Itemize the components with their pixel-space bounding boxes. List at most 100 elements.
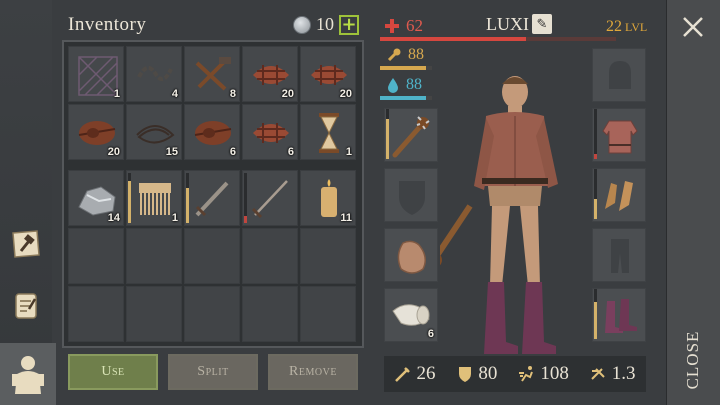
- legs-slot[interactable]: [592, 228, 646, 282]
- close-label[interactable]: CLOSE: [683, 331, 703, 390]
- inventory-slot-tools[interactable]: 8: [184, 46, 240, 102]
- tab-character[interactable]: [0, 343, 56, 405]
- tab-recipes[interactable]: [4, 284, 48, 328]
- durability-bar: [244, 173, 247, 223]
- attack-value: 26: [416, 363, 436, 384]
- inventory-slot-empty[interactable]: [126, 286, 182, 342]
- hunger-bar: [380, 66, 432, 70]
- inventory-slot-empty[interactable]: [184, 228, 240, 284]
- inventory-slot-empty[interactable]: [242, 228, 298, 284]
- health-value: 62: [406, 16, 423, 35]
- water-drop-icon: [388, 78, 398, 93]
- item-count: 1: [171, 212, 178, 224]
- use-button[interactable]: Use: [68, 354, 158, 390]
- inventory-title: Inventory: [68, 14, 147, 35]
- level-value: 22: [606, 18, 622, 35]
- shield-icon: [459, 367, 472, 382]
- inventory-grid: 1 4 8 20 20 20 15 6 6 1 14 1 11: [62, 40, 364, 348]
- item-count: 8: [229, 88, 236, 100]
- helmet-placeholder-icon: [609, 61, 631, 89]
- inventory-slot-leather-roll[interactable]: 6: [184, 104, 240, 160]
- health-indicator: 62: [384, 16, 423, 36]
- inventory-slot-thread-coil[interactable]: 15: [126, 104, 182, 160]
- inventory-slot-empty[interactable]: [126, 228, 182, 284]
- consumable-slot[interactable]: 6: [384, 288, 438, 342]
- thirst-value: 88: [406, 76, 422, 93]
- add-coins-button[interactable]: +: [339, 13, 359, 35]
- inventory-slot-empty[interactable]: [300, 286, 356, 342]
- sword-icon: [195, 181, 229, 217]
- inventory-slot-empty[interactable]: [68, 228, 124, 284]
- pouch-icon: [397, 240, 426, 274]
- bag-slot[interactable]: [384, 228, 438, 282]
- inventory-slot-grid-frame[interactable]: 1: [68, 46, 124, 102]
- feet-slot[interactable]: [592, 288, 646, 342]
- inventory-slot-empty[interactable]: [300, 228, 356, 284]
- tab-crafting[interactable]: [4, 222, 48, 266]
- level-indicator: 22 LVL: [606, 18, 647, 36]
- speed-stat: 108: [518, 363, 569, 385]
- inventory-slot-stone-ore[interactable]: 14: [68, 170, 124, 226]
- remove-button[interactable]: Remove: [268, 354, 358, 390]
- pants-placeholder-icon: [611, 239, 629, 273]
- inventory-slot-rope-bundle[interactable]: 20: [242, 46, 298, 102]
- inventory-slot-comb[interactable]: 1: [126, 170, 182, 226]
- inventory-slot-rapier[interactable]: [242, 170, 298, 226]
- head-slot[interactable]: [592, 48, 646, 102]
- speed-icon: [519, 366, 534, 382]
- inventory-slot-leather-roll[interactable]: 20: [68, 104, 124, 160]
- chest-slot[interactable]: [592, 108, 646, 162]
- weapon-slot[interactable]: [384, 108, 438, 162]
- item-count: 4: [171, 88, 178, 100]
- durability-bar: [386, 109, 389, 159]
- item-count: 20: [107, 146, 120, 158]
- attack-icon: [395, 367, 411, 382]
- durability-bar: [594, 169, 597, 219]
- coin-count: 10: [316, 14, 334, 34]
- level-label: LVL: [625, 20, 648, 34]
- item-count: 6: [427, 328, 434, 340]
- scroll-icon: [15, 293, 37, 319]
- attack-stat: 26: [394, 363, 435, 385]
- inventory-slot-rope-bundle[interactable]: 20: [300, 46, 356, 102]
- inventory-slot-rope-bundle[interactable]: 6: [242, 104, 298, 160]
- edit-icon: ✎: [536, 16, 548, 32]
- durability-bar: [594, 109, 597, 159]
- edit-name-button[interactable]: ✎: [532, 14, 552, 34]
- item-count: 1: [345, 146, 352, 158]
- hunger-value: 88: [408, 46, 424, 63]
- hunger-icon: [387, 48, 401, 62]
- thirst-indicator: 88: [386, 76, 422, 94]
- inventory-slot-candle[interactable]: 11: [300, 170, 356, 226]
- plus-icon: +: [341, 13, 357, 35]
- character-stats-bar: 26 80 108 1.3: [384, 356, 646, 392]
- item-count: 20: [281, 88, 294, 100]
- shield-slot[interactable]: [384, 168, 438, 222]
- hands-slot[interactable]: [592, 168, 646, 222]
- spiked-club-icon: [392, 116, 430, 158]
- hunger-indicator: 88: [386, 46, 424, 64]
- item-count: 11: [340, 212, 352, 224]
- split-button[interactable]: Split: [168, 354, 258, 390]
- tunic-icon: [602, 120, 638, 154]
- inventory-slot-chain[interactable]: 4: [126, 46, 182, 102]
- weight-value: 1.3: [611, 363, 636, 384]
- close-icon[interactable]: [680, 14, 706, 40]
- boots-icon: [605, 299, 637, 333]
- item-count: 1: [113, 88, 120, 100]
- coin-counter: 10 +: [293, 14, 359, 35]
- inventory-slot-empty[interactable]: [68, 286, 124, 342]
- durability-bar: [128, 173, 131, 223]
- weight-stat: 1.3: [590, 363, 636, 385]
- character-icon: [12, 356, 44, 394]
- inventory-slot-sword[interactable]: [184, 170, 240, 226]
- thirst-bar: [380, 96, 432, 100]
- coin-icon: [293, 15, 311, 34]
- health-cross-icon: [385, 19, 399, 33]
- inventory-slot-hourglass[interactable]: 1: [300, 104, 356, 160]
- defense-value: 80: [478, 363, 498, 384]
- item-count: 15: [165, 146, 178, 158]
- character-model: [440, 76, 558, 354]
- inventory-slot-empty[interactable]: [184, 286, 240, 342]
- inventory-slot-empty[interactable]: [242, 286, 298, 342]
